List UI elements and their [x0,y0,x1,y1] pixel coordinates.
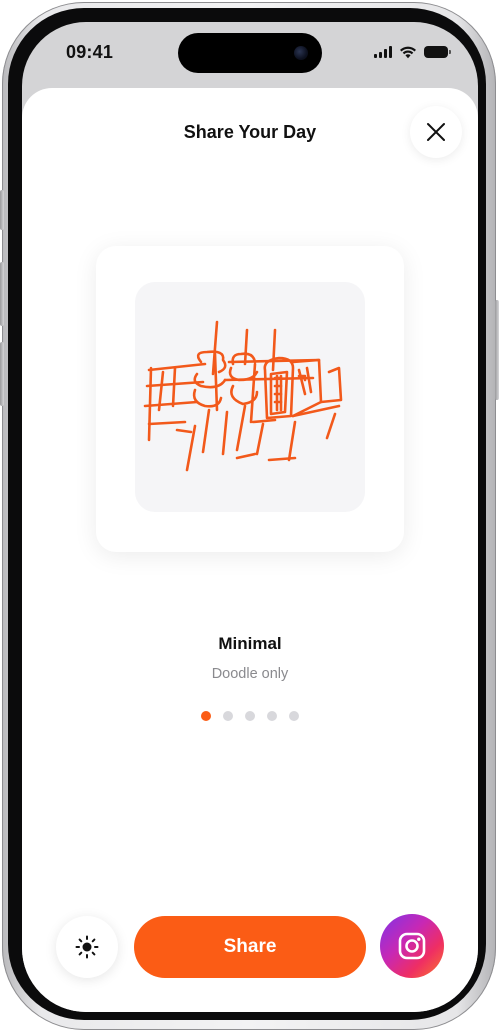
status-bar: 09:41 [22,22,478,84]
doodle-drawing [143,320,343,472]
page-dot-4[interactable] [267,711,277,721]
sun-icon [75,935,99,959]
style-description: Doodle only [211,666,289,682]
status-icons [374,44,451,60]
battery-icon [424,46,451,58]
page-dot-1[interactable] [201,711,211,721]
page-dot-2[interactable] [223,711,233,721]
status-time: 09:41 [66,42,114,62]
wifi-icon [400,46,416,58]
phone-device: 09:41 Share Your Day Minimal Doodle only… [0,0,500,1034]
share-button[interactable]: Share [134,916,366,978]
bottom-action-bar: Share [22,914,478,980]
page-dot-5[interactable] [289,711,299,721]
style-preview-card[interactable] [96,246,404,552]
doodle-preview [135,282,365,512]
volume-up-button [0,262,4,326]
screen: 09:41 Share Your Day Minimal Doodle only… [22,22,478,1012]
page-indicator [198,711,302,721]
dynamic-island [178,33,322,73]
power-button [495,300,499,400]
share-sheet: Share Your Day Minimal Doodle only Share [22,88,478,1012]
instagram-icon [398,932,426,960]
style-name: Minimal [218,634,282,653]
action-button [0,190,4,230]
volume-down-button [0,342,4,406]
theme-toggle-button[interactable] [56,916,118,978]
instagram-share-button[interactable] [380,914,444,978]
page-dot-3[interactable] [245,711,255,721]
close-icon [427,123,445,141]
cellular-signal-icon [374,46,392,58]
close-button[interactable] [410,106,462,158]
front-camera [294,46,308,60]
